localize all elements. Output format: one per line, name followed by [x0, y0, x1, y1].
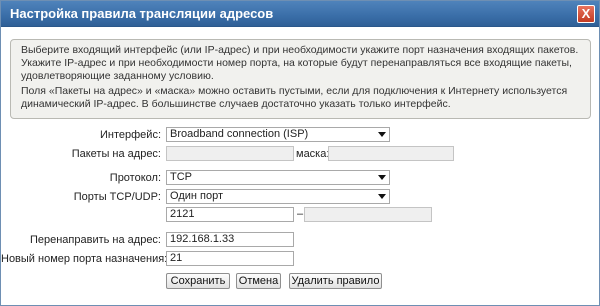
redirect-label: Перенаправить на адрес:	[29, 234, 161, 246]
title-bar[interactable]: Настройка правила трансляции адресов X	[1, 1, 599, 27]
chevron-down-icon	[378, 132, 386, 137]
save-button[interactable]: Сохранить	[166, 273, 230, 289]
chevron-down-icon	[378, 194, 386, 199]
new-port-input[interactable]: 21	[166, 251, 294, 266]
dialog-title: Настройка правила трансляции адресов	[10, 6, 274, 21]
port-from-input[interactable]: 2121	[166, 207, 294, 222]
interface-label: Интерфейс:	[100, 129, 161, 141]
info-box: Выберите входящий интерфейс (или IP-адре…	[10, 39, 591, 119]
interface-selected: Broadband connection (ISP)	[170, 128, 309, 140]
protocol-selected: TCP	[170, 171, 192, 183]
nat-rule-dialog: Настройка правила трансляции адресов X В…	[0, 0, 600, 306]
packets-label: Пакеты на адрес:	[71, 148, 161, 160]
ports-selected: Один порт	[170, 190, 223, 202]
mask-label: маска:	[296, 148, 330, 160]
info-paragraph-2: Поля «Пакеты на адрес» и «маска» можно о…	[21, 85, 568, 110]
cancel-button[interactable]: Отмена	[236, 273, 281, 289]
delete-rule-button[interactable]: Удалить правило	[289, 273, 382, 289]
port-to-input[interactable]	[304, 207, 432, 222]
chevron-down-icon	[378, 175, 386, 180]
close-button[interactable]: X	[577, 5, 595, 23]
new-port-label: Новый номер порта назначения:	[1, 253, 168, 265]
mask-input[interactable]	[328, 146, 454, 161]
close-icon: X	[581, 6, 591, 21]
packets-address-input[interactable]	[166, 146, 294, 161]
ports-select[interactable]: Один порт	[166, 189, 390, 204]
interface-select[interactable]: Broadband connection (ISP)	[166, 127, 390, 142]
ports-label: Порты TCP/UDP:	[73, 191, 161, 203]
info-paragraph-1: Выберите входящий интерфейс (или IP-адре…	[21, 44, 579, 82]
port-range-separator: –	[297, 208, 304, 220]
protocol-select[interactable]: TCP	[166, 170, 390, 185]
redirect-address-input[interactable]: 192.168.1.33	[166, 232, 294, 247]
protocol-label: Протокол:	[109, 172, 161, 184]
